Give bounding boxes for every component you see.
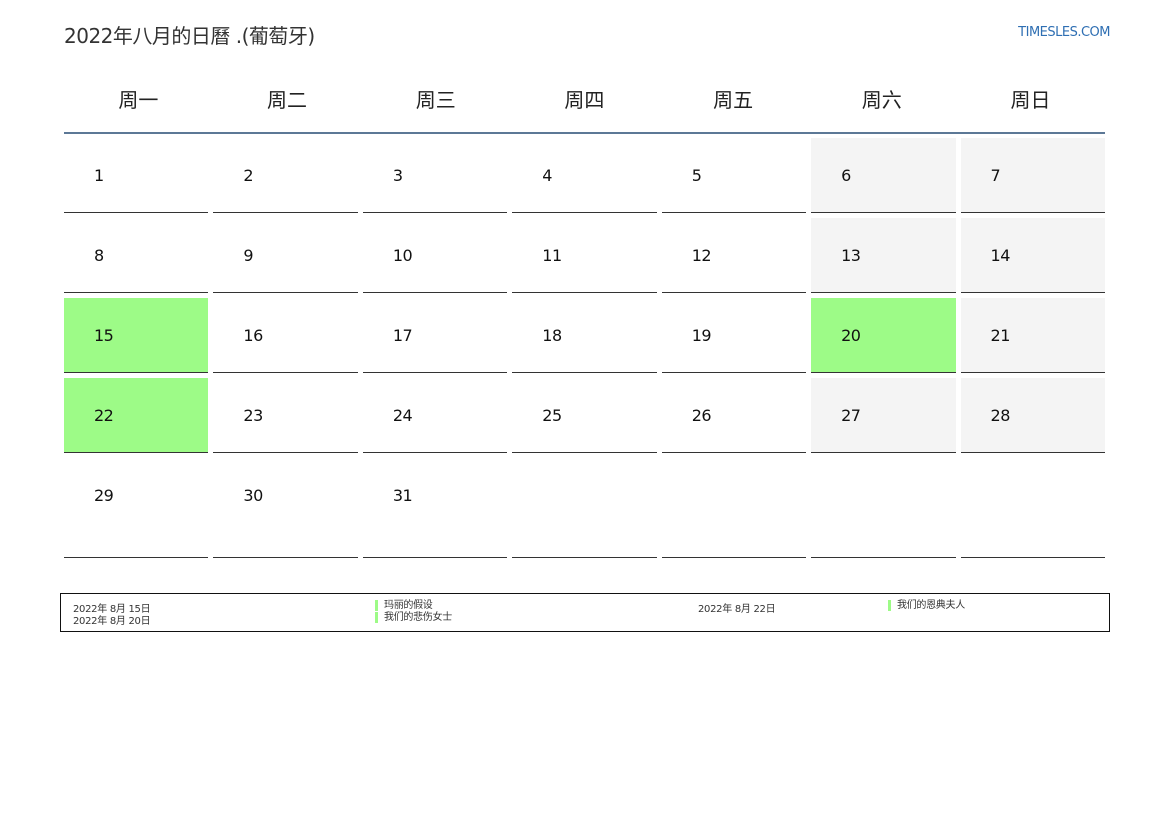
day-cell-weekend: 7 (960, 138, 1105, 213)
weekday-mon: 周一 (118, 88, 159, 112)
day-number: 28 (990, 406, 1011, 425)
day-number: 21 (990, 326, 1011, 345)
legend-date: 2022年 8月 20日 (73, 616, 151, 627)
legend-holiday-name: 我们的恩典夫人 (888, 600, 965, 611)
day-cell-weekend: 6 (811, 138, 956, 213)
calendar-week: 15 16 17 18 19 20 21 (64, 298, 1105, 373)
weekday-thu: 周四 (564, 88, 605, 112)
day-number: 31 (392, 486, 413, 505)
calendar-grid: 1 2 3 4 5 6 7 8 9 10 11 12 13 14 15 16 1… (64, 138, 1105, 563)
day-cell: 25 (512, 378, 657, 453)
day-number: 29 (94, 486, 114, 505)
day-number: 17 (392, 326, 413, 345)
day-number: 22 (94, 406, 114, 425)
day-number: 13 (841, 246, 861, 265)
day-number: 8 (94, 246, 104, 265)
calendar-week: 29 30 31 (64, 458, 1105, 558)
day-cell-empty (811, 458, 956, 558)
day-number: 20 (841, 326, 861, 345)
day-cell: 2 (213, 138, 358, 213)
day-cell: 10 (362, 218, 508, 293)
calendar-week: 22 23 24 25 26 27 28 (64, 378, 1105, 453)
day-cell: 26 (661, 378, 807, 453)
day-number: 10 (392, 246, 413, 265)
weekday-sat: 周六 (861, 88, 902, 112)
day-number: 18 (542, 326, 562, 345)
page-title: 2022年八月的日曆 .(葡萄牙) (64, 24, 315, 48)
day-cell-weekend: 27 (811, 378, 956, 453)
day-number: 14 (990, 246, 1011, 265)
day-number: 3 (392, 166, 403, 185)
day-cell: 12 (661, 218, 807, 293)
day-cell: 23 (213, 378, 358, 453)
day-cell-holiday: 22 (64, 378, 209, 453)
day-number: 6 (841, 166, 851, 185)
calendar-week: 8 9 10 11 12 13 14 (64, 218, 1105, 293)
day-cell-weekend: 13 (811, 218, 956, 293)
day-number: 7 (990, 166, 1001, 185)
day-cell-weekend: 21 (960, 298, 1105, 373)
holiday-legend: 2022年 8月 15日 2022年 8月 20日 玛丽的假设 我们的悲伤女士 … (60, 593, 1110, 632)
day-cell: 17 (362, 298, 508, 373)
calendar-week: 1 2 3 4 5 6 7 (64, 138, 1105, 213)
day-cell-empty (661, 458, 807, 558)
day-cell: 29 (64, 458, 209, 558)
day-cell-holiday: 15 (64, 298, 209, 373)
day-cell: 19 (661, 298, 807, 373)
weekday-wed: 周三 (415, 88, 456, 112)
day-number: 5 (691, 166, 702, 185)
day-cell: 18 (512, 298, 657, 373)
day-cell: 5 (661, 138, 807, 213)
day-number: 1 (94, 166, 104, 185)
day-cell-empty (960, 458, 1105, 558)
day-number: 27 (841, 406, 861, 425)
weekday-header: 周一 周二 周三 周四 周五 周六 周日 (64, 76, 1105, 134)
legend-date: 2022年 8月 22日 (698, 604, 776, 615)
day-cell: 16 (213, 298, 358, 373)
day-number: 9 (243, 246, 254, 265)
day-cell-empty (512, 458, 657, 558)
day-number: 16 (243, 326, 263, 345)
day-number: 25 (542, 406, 562, 425)
day-cell: 1 (64, 138, 209, 213)
day-cell: 3 (362, 138, 508, 213)
day-cell-weekend: 14 (960, 218, 1105, 293)
day-cell: 4 (512, 138, 657, 213)
day-number: 12 (691, 246, 712, 265)
legend-holiday-name: 我们的悲伤女士 (375, 612, 452, 623)
day-cell: 30 (213, 458, 358, 558)
day-number: 2 (243, 166, 254, 185)
legend-holiday-name: 玛丽的假设 (375, 600, 433, 611)
day-cell: 24 (362, 378, 508, 453)
weekday-sun: 周日 (1010, 88, 1051, 112)
day-cell: 8 (64, 218, 209, 293)
day-number: 15 (94, 326, 114, 345)
day-cell: 9 (213, 218, 358, 293)
weekday-fri: 周五 (713, 88, 754, 112)
day-number: 26 (691, 406, 712, 425)
day-cell-weekend: 28 (960, 378, 1105, 453)
day-number: 19 (691, 326, 712, 345)
day-cell: 31 (362, 458, 508, 558)
day-cell: 11 (512, 218, 657, 293)
day-number: 24 (392, 406, 413, 425)
day-number: 4 (542, 166, 552, 185)
day-number: 23 (243, 406, 263, 425)
day-number: 30 (243, 486, 263, 505)
day-number: 11 (542, 246, 562, 265)
day-cell-holiday: 20 (811, 298, 956, 373)
weekday-tue: 周二 (267, 88, 308, 112)
site-link[interactable]: TIMESLES.COM (1018, 25, 1110, 40)
